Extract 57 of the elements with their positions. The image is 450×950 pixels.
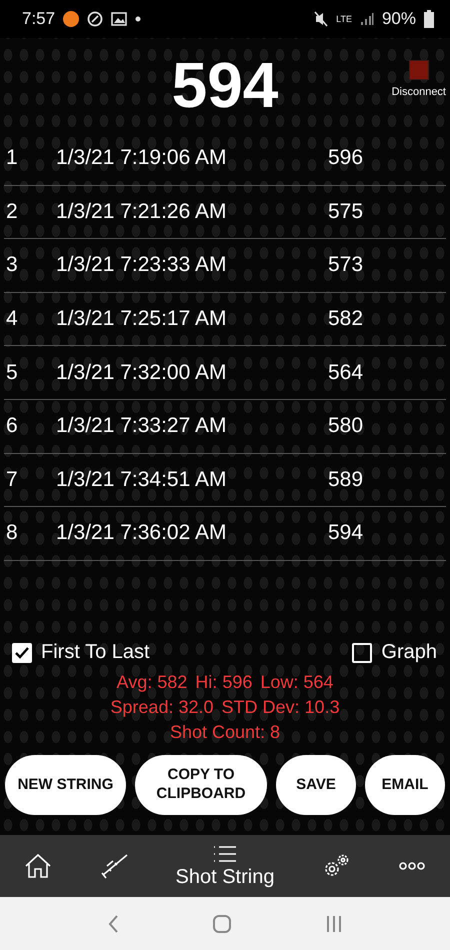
- stat-text: Shot Count: 8: [170, 722, 280, 743]
- home-icon: [24, 853, 52, 879]
- shot-time: 1/3/21 7:36:02 AM: [56, 521, 228, 546]
- stat-text: Low: 564: [260, 672, 334, 693]
- tab-button[interactable]: Shot String: [165, 844, 285, 888]
- stat-text: Hi: 596: [195, 672, 252, 693]
- signal-icon: [360, 12, 374, 26]
- more-icon: [398, 861, 426, 871]
- current-velocity: 594: [172, 48, 278, 122]
- gears-icon: [322, 853, 350, 879]
- shot-time: 1/3/21 7:25:17 AM: [56, 307, 228, 332]
- rifle-icon: [99, 853, 129, 879]
- back-icon: [106, 914, 119, 934]
- shot-number: 5: [5, 360, 19, 385]
- action-button[interactable]: COPY TO CLIPBOARD: [135, 755, 267, 815]
- dot-icon: [135, 16, 142, 22]
- action-button[interactable]: NEW STRING: [5, 755, 126, 815]
- action-button[interactable]: EMAIL: [365, 755, 445, 815]
- shot-velocity: 594: [328, 521, 364, 546]
- shot-velocity: 564: [328, 360, 364, 385]
- battery-icon: [424, 10, 434, 28]
- stat-text: Avg: 582: [116, 672, 188, 693]
- shot-number: 3: [5, 253, 19, 278]
- shot-velocity: 580: [328, 414, 364, 438]
- shot-number: 6: [5, 414, 19, 438]
- shot-time: 1/3/21 7:34:51 AM: [56, 468, 228, 492]
- app-notification-icon: [63, 11, 80, 27]
- stat-text: Spread: 32.0: [110, 697, 214, 718]
- network-type: LTE: [336, 14, 352, 24]
- shot-number: 4: [5, 307, 19, 332]
- status-time: 7:57: [22, 9, 56, 29]
- checkbox-option[interactable]: First To Last: [12, 641, 150, 664]
- battery-level: 90%: [382, 9, 416, 29]
- shot-time: 1/3/21 7:23:33 AM: [56, 253, 228, 278]
- home-icon: [212, 914, 232, 934]
- action-button[interactable]: SAVE: [276, 755, 356, 815]
- shot-velocity: 575: [328, 200, 364, 224]
- mute-icon: [314, 11, 328, 27]
- check-icon: [15, 646, 29, 658]
- shot-number: 8: [5, 521, 19, 546]
- shot-time: 1/3/21 7:33:27 AM: [56, 414, 228, 438]
- shot-time: 1/3/21 7:21:26 AM: [56, 200, 228, 224]
- checkbox-option[interactable]: Graph: [352, 641, 437, 664]
- shot-velocity: 573: [328, 253, 364, 278]
- list-icon: [212, 844, 238, 864]
- disconnect-button[interactable]: Disconnect: [392, 60, 446, 98]
- shot-time: 1/3/21 7:32:00 AM: [56, 360, 228, 385]
- shot-velocity: 589: [328, 468, 364, 492]
- shot-number: 1: [5, 146, 19, 170]
- stat-text: STD Dev: 10.3: [222, 697, 340, 718]
- shot-velocity: 596: [328, 146, 364, 170]
- image-icon: [111, 12, 128, 26]
- shot-time: 1/3/21 7:19:06 AM: [56, 146, 228, 170]
- shot-velocity: 582: [328, 307, 364, 332]
- recent-apps-icon: [325, 914, 344, 934]
- shot-number: 7: [5, 468, 19, 492]
- shot-number: 2: [5, 200, 19, 224]
